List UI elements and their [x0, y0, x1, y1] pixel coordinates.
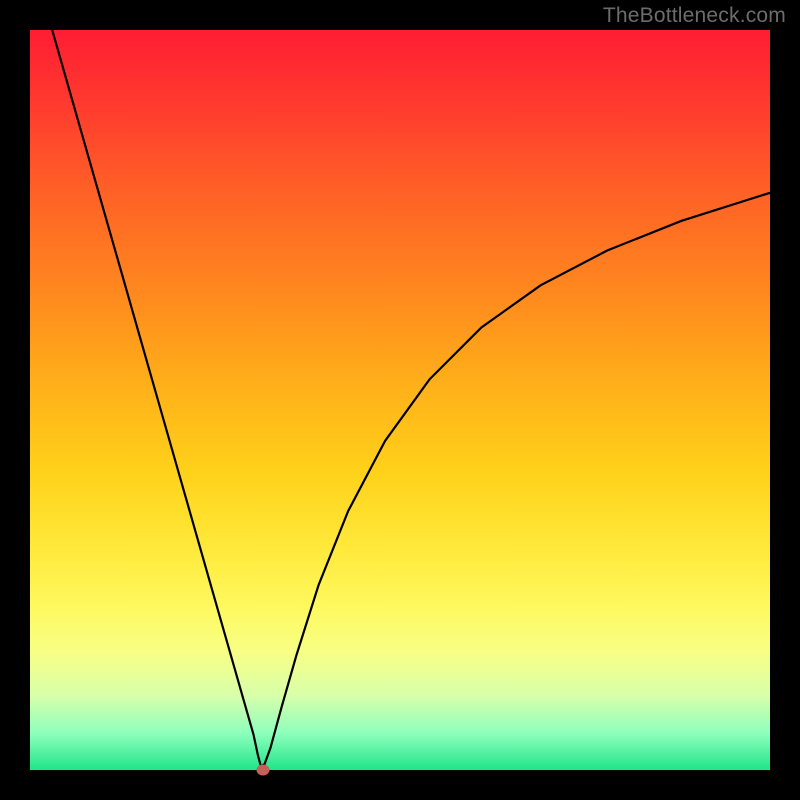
chart-frame: TheBottleneck.com	[0, 0, 800, 800]
watermark-text: TheBottleneck.com	[603, 4, 786, 28]
curve-path	[52, 30, 770, 766]
min-marker	[257, 765, 270, 776]
curve-svg	[30, 30, 770, 770]
plot-area	[30, 30, 770, 770]
